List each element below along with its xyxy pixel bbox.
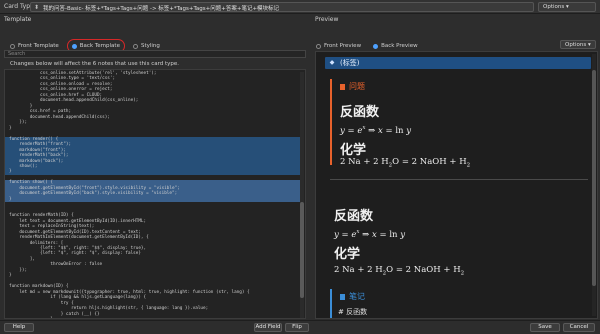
question-heading: 问题 bbox=[340, 81, 365, 92]
card-type-bar: Card Type: ⬍ 我的问答-Basic- 标签+*Tags+Tags+问… bbox=[0, 0, 600, 14]
save-button[interactable]: Save bbox=[530, 323, 560, 332]
answer-title-chemistry: 化学 bbox=[334, 247, 361, 262]
tag-label: (标签) bbox=[340, 59, 360, 67]
radio-dot bbox=[132, 43, 138, 49]
preview-title: Preview bbox=[315, 16, 339, 23]
math-chemistry-equation: 2 Na + 2 H2O = 2 NaOH + H2 bbox=[340, 157, 471, 169]
question-title-chemistry: 化学 bbox=[340, 143, 367, 158]
bottom-bar: Help Add Field Flip Save Cancel bbox=[0, 320, 600, 334]
radio-back-preview[interactable]: Back Preview bbox=[373, 42, 418, 50]
flag-icon bbox=[340, 83, 345, 90]
math-inverse-function-answer: y = ex ⇒ x = ln y bbox=[334, 229, 406, 240]
card-type-select[interactable]: ⬍ 我的问答-Basic- 标签+*Tags+Tags+问题 -> 标签+*Ta… bbox=[30, 2, 534, 12]
template-code-editor[interactable]: css_online.setAttribute('rel', 'styleshe… bbox=[4, 69, 306, 319]
dropdown-icon: ⬍ bbox=[34, 4, 40, 11]
question-title-inverse: 反函数 bbox=[340, 105, 380, 120]
radio-dot bbox=[71, 43, 77, 49]
note-text: # 反函数 bbox=[338, 308, 368, 316]
flip-button[interactable]: Flip bbox=[285, 323, 309, 332]
radio-dot bbox=[316, 43, 321, 49]
radio-front-template[interactable]: Front Template bbox=[10, 42, 59, 50]
radio-dot bbox=[373, 43, 379, 49]
template-search-input[interactable]: Search bbox=[4, 50, 306, 58]
scrollbar-thumb[interactable] bbox=[300, 202, 304, 298]
preview-options-button[interactable]: Options ▾ bbox=[560, 40, 596, 49]
scrollbar-thumb[interactable] bbox=[592, 70, 596, 286]
question-block: 问题 反函数 y = ex ⇒ x = ln y 化学 2 Na + 2 H2O… bbox=[330, 79, 588, 169]
radio-label: Back Preview bbox=[381, 43, 418, 49]
answer-title-inverse: 反函数 bbox=[334, 209, 374, 224]
radio-label: Front Template bbox=[18, 43, 59, 49]
radio-styling[interactable]: Styling bbox=[132, 42, 160, 50]
tag-icon: ◆ bbox=[329, 59, 335, 66]
code-line[interactable]: } bbox=[5, 317, 301, 318]
tag-bar: ◆ (标签) bbox=[325, 57, 591, 69]
preview-scrollbar[interactable] bbox=[592, 54, 596, 316]
math-chemistry-equation-answer: 2 Na + 2 H2O = 2 NaOH + H2 bbox=[334, 265, 465, 277]
question-heading-text: 问题 bbox=[349, 82, 365, 91]
preview-pane: Preview Front Preview Back Preview Optio… bbox=[312, 14, 600, 320]
template-title: Template bbox=[4, 16, 32, 23]
template-info-note: Changes below will affect the 6 notes th… bbox=[10, 61, 180, 67]
note-icon bbox=[340, 293, 345, 300]
code-content[interactable]: css_online.setAttribute('rel', 'styleshe… bbox=[5, 71, 301, 318]
math-inverse-function: y = ex ⇒ x = ln y bbox=[340, 125, 412, 136]
template-radio-group: Front Template Back Template Styling bbox=[10, 39, 160, 53]
radio-label: Styling bbox=[140, 43, 160, 49]
add-field-button[interactable]: Add Field bbox=[254, 323, 282, 332]
radio-label: Front Preview bbox=[324, 43, 362, 49]
help-button[interactable]: Help bbox=[4, 323, 34, 332]
options-button[interactable]: Options ▾ bbox=[538, 2, 596, 12]
radio-label: Back Template bbox=[79, 43, 120, 49]
card-type-value: 我的问答-Basic- 标签+*Tags+Tags+问题 -> 标签+*Tags… bbox=[43, 6, 280, 12]
radio-front-preview[interactable]: Front Preview bbox=[316, 42, 361, 50]
front-back-divider bbox=[330, 179, 588, 180]
card-preview: ◆ (标签) 问题 反函数 y = ex ⇒ x = ln y 化学 2 Na … bbox=[315, 51, 598, 319]
note-heading: 笔记 bbox=[340, 291, 365, 302]
note-block: 笔记 # 反函数 bbox=[330, 289, 588, 318]
editor-scrollbar[interactable] bbox=[300, 72, 304, 318]
preview-radio-group: Front Preview Back Preview bbox=[316, 42, 418, 50]
radio-dot bbox=[10, 43, 15, 49]
note-heading-text: 笔记 bbox=[349, 292, 365, 301]
template-pane: Template Front Template Back Template St… bbox=[0, 14, 310, 320]
cancel-button[interactable]: Cancel bbox=[563, 323, 595, 332]
